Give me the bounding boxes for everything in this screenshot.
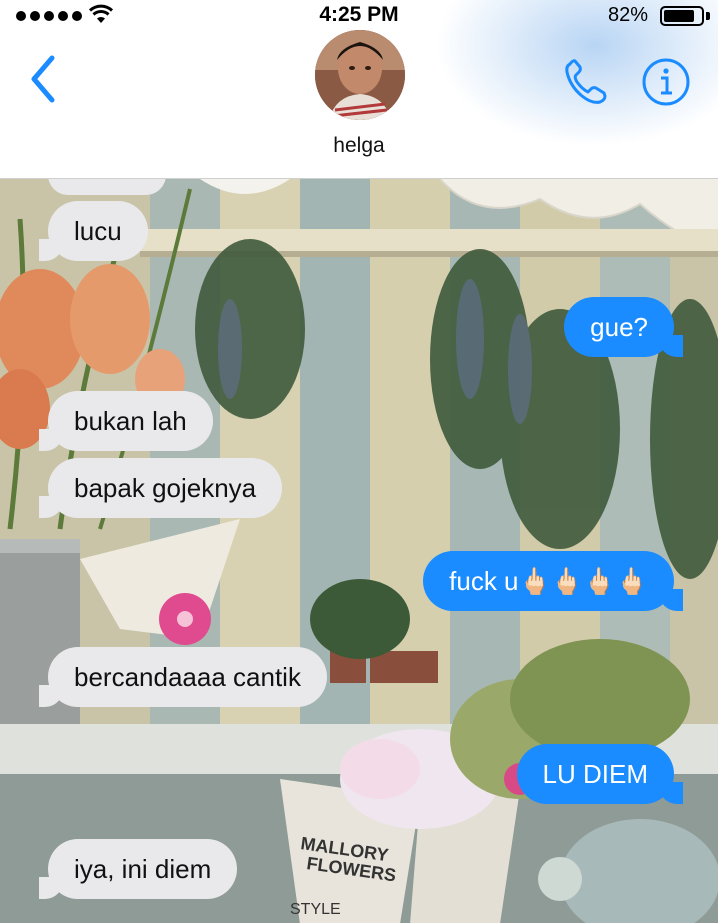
partial-message-bubble xyxy=(48,179,166,195)
message-text: LU DIEM xyxy=(542,759,648,789)
message-incoming[interactable]: bercandaaaa cantik xyxy=(39,647,327,707)
battery-percent: 82% xyxy=(607,4,648,26)
message-text: iya, ini diem xyxy=(74,854,212,884)
contact-name[interactable]: helga xyxy=(0,134,718,158)
message-outgoing[interactable]: fuck u🖕🏻🖕🏻🖕🏻🖕🏻 xyxy=(423,551,683,611)
battery-level xyxy=(664,10,694,22)
message-list[interactable]: MALLORY FLOWERS STYLE lucu gue? bukan la… xyxy=(0,178,718,923)
info-icon[interactable] xyxy=(640,56,692,108)
message-incoming[interactable]: iya, ini diem xyxy=(38,839,238,899)
message-text: lucu xyxy=(74,216,122,246)
message-text: fuck u🖕🏻🖕🏻🖕🏻🖕🏻 xyxy=(449,566,648,596)
message-text: bukan lah xyxy=(74,406,187,436)
battery-icon xyxy=(660,6,704,26)
avatar-photo xyxy=(315,30,405,120)
message-text: gue? xyxy=(590,312,648,342)
avatar[interactable] xyxy=(315,30,405,120)
status-bar: 4:25 PM 82% xyxy=(0,0,718,32)
message-outgoing[interactable]: gue? xyxy=(564,297,683,357)
message-text: bapak gojeknya xyxy=(74,473,257,503)
message-incoming[interactable]: bukan lah xyxy=(39,391,213,451)
battery-nub xyxy=(706,12,710,20)
phone-icon[interactable] xyxy=(560,56,612,108)
message-text: bercandaaaa cantik xyxy=(74,662,301,692)
message-incoming[interactable]: bapak gojeknya xyxy=(38,458,283,518)
message-outgoing[interactable]: LU DIEM xyxy=(516,744,684,804)
conversation-header: 4:25 PM 82% helga xyxy=(0,0,718,178)
chevron-left-icon[interactable] xyxy=(22,52,66,106)
wallpaper-brand-style: STYLE xyxy=(290,901,341,918)
message-incoming[interactable]: lucu xyxy=(39,201,148,261)
